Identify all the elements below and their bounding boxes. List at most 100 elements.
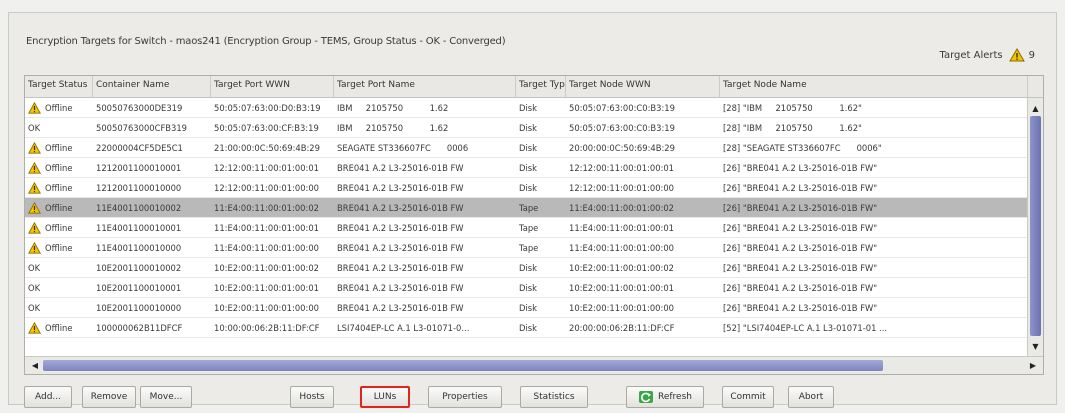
cell-target-port-wwn: 12:12:00:11:00:01:00:01 <box>214 162 320 173</box>
table-row[interactable]: OK 50050763000CFB319 50:05:07:63:00:CF:B3:… <box>25 118 1028 138</box>
cell-target-type: Tape <box>519 202 539 213</box>
cell-container-name: 11E4001100010001 <box>96 222 182 233</box>
statistics-button[interactable]: Statistics <box>520 386 588 408</box>
status-text: Offline <box>45 142 73 153</box>
cell-target-node-name: [26] "BRE041 A.2 L3-25016-01B FW" <box>723 282 878 293</box>
warning-icon <box>28 161 41 174</box>
cell-target-node-wwn: 20:00:00:06:2B:11:DF:CF <box>569 322 675 333</box>
cell-target-node-wwn: 10:E2:00:11:00:01:00:01 <box>569 282 674 293</box>
table-row[interactable]: Offline 22000004CF5DE5C1 21:00:00:0C:50:69… <box>25 138 1028 158</box>
cell-container-name: 11E4001100010002 <box>96 202 182 213</box>
commit-button[interactable]: Commit <box>722 386 774 408</box>
cell-target-type: Disk <box>519 182 537 193</box>
cell-target-status: Offline <box>25 158 93 177</box>
table-row[interactable]: OK 10E2001100010000 10:E2:00:11:00:01:00:0… <box>25 298 1028 318</box>
cell-target-status: Offline <box>25 198 93 217</box>
cell-target-port-wwn: 21:00:00:0C:50:69:4B:29 <box>214 142 320 153</box>
cell-target-node-name: [28] "SEAGATE ST336607FC 0006" <box>723 142 882 153</box>
scroll-up-arrow-icon[interactable]: ▲ <box>1028 100 1043 116</box>
cell-target-node-name: [26] "BRE041 A.2 L3-25016-01B FW" <box>723 302 878 313</box>
cell-container-name: 10E2001100010001 <box>96 282 182 293</box>
cell-target-node-wwn: 12:12:00:11:00:01:00:00 <box>569 182 675 193</box>
scroll-right-arrow-icon[interactable]: ▶ <box>1025 357 1041 374</box>
cell-target-type: Disk <box>519 122 537 133</box>
cell-container-name: 100000062B11DFCF <box>96 322 183 333</box>
cell-target-node-name: [26] "BRE041 A.2 L3-25016-01B FW" <box>723 182 878 193</box>
cell-target-port-name: SEAGATE ST336607FC 0006 <box>337 142 469 153</box>
status-text: Offline <box>45 102 73 113</box>
horizontal-scrollbar[interactable]: ◀ ▶ <box>25 356 1043 374</box>
cell-target-port-name: BRE041 A.2 L3-25016-01B FW <box>337 222 464 233</box>
cell-target-type: Disk <box>519 302 537 313</box>
cell-target-node-wwn: 10:E2:00:11:00:01:00:02 <box>569 262 674 273</box>
cell-container-name: 50050763000CFB319 <box>96 122 188 133</box>
cell-target-port-name: BRE041 A.2 L3-25016-01B FW <box>337 242 464 253</box>
column-header-target-status[interactable]: Target Status <box>25 76 93 97</box>
column-header-target-type[interactable]: Target Type <box>516 76 566 97</box>
cell-target-port-wwn: 11:E4:00:11:00:01:00:01 <box>214 222 319 233</box>
warning-icon <box>28 241 41 254</box>
luns-button[interactable]: LUNs <box>360 386 410 408</box>
cell-target-type: Tape <box>519 222 539 233</box>
warning-icon <box>28 201 41 214</box>
cell-target-port-name: IBM 2105750 1.62 <box>337 122 449 133</box>
hosts-button[interactable]: Hosts <box>290 386 334 408</box>
cell-target-port-wwn: 12:12:00:11:00:01:00:00 <box>214 182 320 193</box>
status-text: OK <box>28 302 41 313</box>
table-row[interactable]: Offline 1212001100010000 12:12:00:11:00:01… <box>25 178 1028 198</box>
table-row[interactable]: Offline 11E4001100010000 11:E4:00:11:00:01… <box>25 238 1028 258</box>
column-header-target-port-wwn[interactable]: Target Port WWN <box>211 76 334 97</box>
cell-target-port-name: BRE041 A.2 L3-25016-01B FW <box>337 182 464 193</box>
target-alerts[interactable]: Target Alerts 9 <box>939 48 1035 62</box>
column-header-target-node-name[interactable]: Target Node Name <box>720 76 1028 97</box>
add-button[interactable]: Add... <box>24 386 72 408</box>
cell-target-port-wwn: 50:05:07:63:00:D0:B3:19 <box>214 102 321 113</box>
table-row[interactable]: OK 10E2001100010002 10:E2:00:11:00:01:00:0… <box>25 258 1028 278</box>
status-text: OK <box>28 122 41 133</box>
scroll-down-arrow-icon[interactable]: ▼ <box>1028 338 1043 354</box>
cell-target-port-wwn: 10:E2:00:11:00:01:00:02 <box>214 262 319 273</box>
cell-target-status: Offline <box>25 218 93 237</box>
warning-icon <box>28 101 41 114</box>
button-bar: Add... Remove Move... Hosts LUNs Propert… <box>24 386 1044 410</box>
table-row[interactable]: Offline 100000062B11DFCF 10:00:00:06:2B:11… <box>25 318 1028 338</box>
column-header-container-name[interactable]: Container Name <box>93 76 211 97</box>
cell-target-type: Disk <box>519 282 537 293</box>
cell-target-node-wwn: 11:E4:00:11:00:01:00:00 <box>569 242 674 253</box>
column-header-target-port-name[interactable]: Target Port Name <box>334 76 516 97</box>
scroll-left-arrow-icon[interactable]: ◀ <box>27 357 43 374</box>
cell-target-node-wwn: 11:E4:00:11:00:01:00:02 <box>569 202 674 213</box>
cell-target-port-name: BRE041 A.2 L3-25016-01B FW <box>337 202 464 213</box>
column-header-target-node-wwn[interactable]: Target Node WWN <box>566 76 720 97</box>
properties-button[interactable]: Properties <box>428 386 502 408</box>
warning-icon <box>28 141 41 154</box>
horizontal-scroll-thumb[interactable] <box>43 360 883 371</box>
cell-target-port-wwn: 10:00:00:06:2B:11:DF:CF <box>214 322 320 333</box>
cell-target-port-name: IBM 2105750 1.62 <box>337 102 449 113</box>
cell-target-type: Disk <box>519 102 537 113</box>
table-row[interactable]: OK 10E2001100010001 10:E2:00:11:00:01:00:0… <box>25 278 1028 298</box>
panel-title: Encryption Targets for Switch - maos241 … <box>26 36 506 47</box>
cell-container-name: 10E2001100010000 <box>96 302 182 313</box>
status-text: OK <box>28 262 41 273</box>
cell-target-status: Offline <box>25 178 93 197</box>
warning-icon <box>1008 48 1025 62</box>
vertical-scroll-thumb[interactable] <box>1030 116 1041 336</box>
cell-target-status: OK <box>25 118 93 137</box>
table-row[interactable]: Offline 11E4001100010001 11:E4:00:11:00:01… <box>25 218 1028 238</box>
table-row[interactable]: Offline 1212001100010001 12:12:00:11:00:01… <box>25 158 1028 178</box>
status-text: Offline <box>45 202 73 213</box>
refresh-label: Refresh <box>658 392 692 402</box>
warning-icon <box>28 221 41 234</box>
remove-button[interactable]: Remove <box>82 386 136 408</box>
cell-target-node-wwn: 20:00:00:0C:50:69:4B:29 <box>569 142 675 153</box>
table-row[interactable]: Offline 11E4001100010002 11:E4:00:11:00:01… <box>25 198 1028 218</box>
move-button[interactable]: Move... <box>140 386 192 408</box>
abort-button[interactable]: Abort <box>788 386 834 408</box>
table-row[interactable]: Offline 50050763000DE319 50:05:07:63:00:D0… <box>25 98 1028 118</box>
cell-container-name: 50050763000DE319 <box>96 102 183 113</box>
cell-target-node-name: [26] "BRE041 A.2 L3-25016-01B FW" <box>723 162 878 173</box>
vertical-scrollbar[interactable]: ▲ ▼ <box>1027 98 1043 356</box>
refresh-button[interactable]: Refresh <box>626 386 704 408</box>
cell-container-name: 1212001100010000 <box>96 182 182 193</box>
